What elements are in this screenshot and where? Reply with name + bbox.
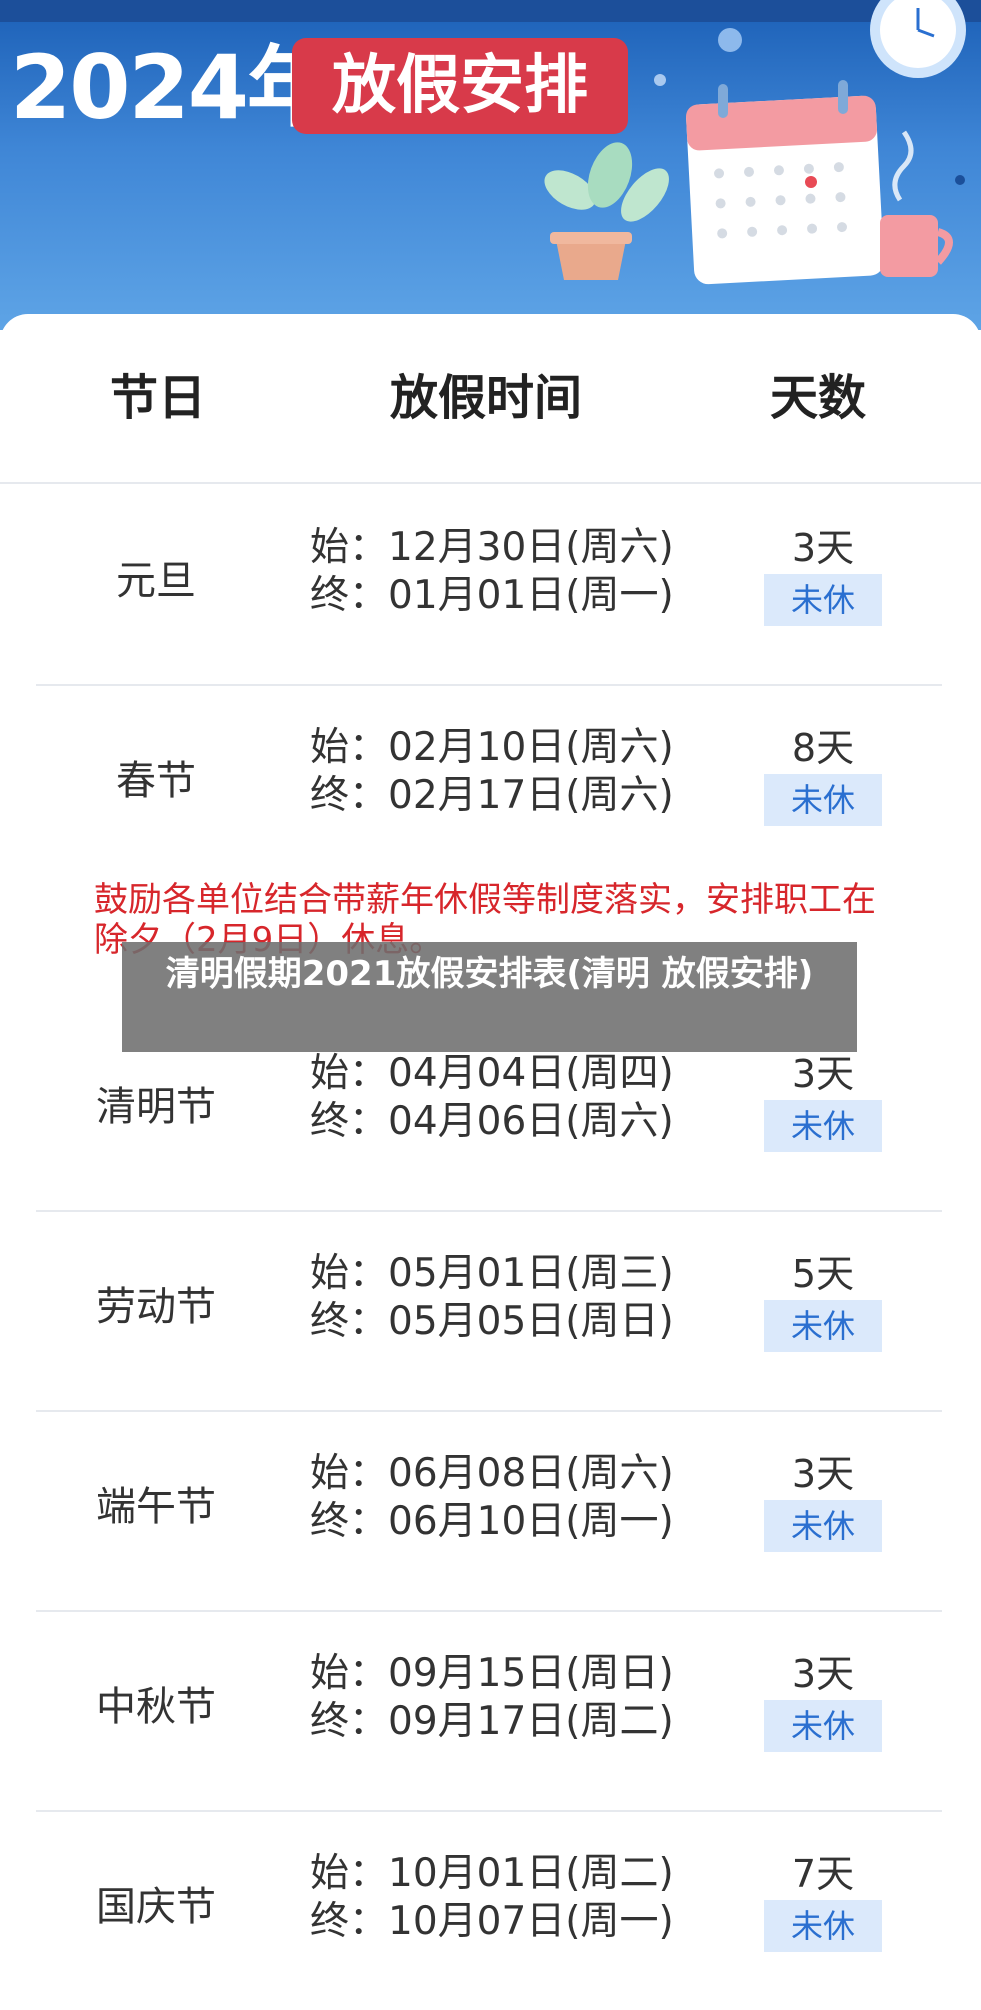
date-range: 始：10月01日(周二) 终：10月07日(周一): [310, 1850, 674, 1946]
date-range: 始：09月15日(周日) 终：09月17日(周二): [310, 1650, 674, 1746]
status-badge: 未休: [764, 1100, 882, 1152]
days-count: 5天: [791, 1252, 855, 1296]
days-cell: 3天 未休: [764, 1650, 882, 1752]
header-days: 天数: [770, 370, 867, 426]
end-date: 终：05月05日(周日): [310, 1299, 674, 1344]
banner: 2024年 放假安排: [0, 0, 981, 330]
days-count: 8天: [791, 726, 855, 770]
header-festival: 节日: [110, 370, 207, 426]
festival-name: 端午节: [96, 1484, 216, 1530]
date-range: 始：04月04日(周四) 终：04月06日(周六): [310, 1050, 674, 1146]
table-row: 国庆节 始：10月01日(周二) 终：10月07日(周一) 7天 未休: [36, 1810, 942, 2010]
table-header: 节日 放假时间 天数: [0, 314, 981, 484]
date-range: 始：05月01日(周三) 终：05月05日(周日): [310, 1250, 674, 1346]
start-date: 始：09月15日(周日): [310, 1651, 674, 1696]
end-date: 终：10月07日(周一): [310, 1899, 674, 1944]
status-badge: 未休: [764, 1900, 882, 1952]
end-date: 终：01月01日(周一): [310, 573, 674, 618]
date-range: 始：06月08日(周六) 终：06月10日(周一): [310, 1450, 674, 1546]
status-badge: 未休: [764, 774, 882, 826]
table-row: 元旦 始：12月30日(周六) 终：01月01日(周一) 3天 未休: [36, 484, 942, 686]
clock-icon: [870, 0, 966, 78]
days-cell: 3天 未休: [764, 1450, 882, 1552]
status-badge: 未休: [764, 1500, 882, 1552]
status-badge: 未休: [764, 574, 882, 626]
start-date: 始：06月08日(周六): [310, 1451, 674, 1496]
festival-name: 劳动节: [96, 1284, 216, 1330]
end-date: 终：02月17日(周六): [310, 773, 674, 818]
days-cell: 8天 未休: [764, 724, 882, 826]
calendar-illustration: [544, 0, 966, 285]
table-row: 春节 始：02月10日(周六) 终：02月17日(周六) 8天 未休: [36, 684, 942, 884]
start-date: 始：04月04日(周四): [310, 1051, 674, 1096]
calendar-icon: [686, 80, 884, 285]
festival-name: 中秋节: [96, 1684, 216, 1730]
date-range: 始：12月30日(周六) 终：01月01日(周一): [310, 524, 674, 620]
days-count: 3天: [791, 1052, 855, 1096]
days-count: 3天: [791, 526, 855, 570]
festival-name: 清明节: [96, 1084, 216, 1130]
table-row: 劳动节 始：05月01日(周三) 终：05月05日(周日) 5天 未休: [36, 1210, 942, 1412]
start-date: 始：12月30日(周六): [310, 525, 674, 570]
days-cell: 3天 未休: [764, 1050, 882, 1152]
start-date: 始：05月01日(周三): [310, 1251, 674, 1296]
days-count: 3天: [791, 1652, 855, 1696]
days-cell: 7天 未休: [764, 1850, 882, 1952]
image-caption-overlay: 清明假期2021放假安排表(清明 放假安排): [122, 942, 857, 1052]
start-date: 始：10月01日(周二): [310, 1851, 674, 1896]
festival-name: 春节: [116, 758, 196, 804]
cup-icon: [880, 130, 953, 277]
days-count: 3天: [791, 1452, 855, 1496]
holiday-table-card: 节日 放假时间 天数 元旦 始：12月30日(周六) 终：01月01日(周一) …: [0, 314, 981, 1994]
end-date: 终：06月10日(周一): [310, 1499, 674, 1544]
end-date: 终：04月06日(周六): [310, 1099, 674, 1144]
plant-icon: [544, 142, 669, 280]
table-row: 端午节 始：06月08日(周六) 终：06月10日(周一) 3天 未休: [36, 1410, 942, 1612]
start-date: 始：02月10日(周六): [310, 725, 674, 770]
table-row: 中秋节 始：09月15日(周日) 终：09月17日(周二) 3天 未休: [36, 1610, 942, 1812]
festival-name: 国庆节: [96, 1884, 216, 1930]
end-date: 终：09月17日(周二): [310, 1699, 674, 1744]
days-cell: 5天 未休: [764, 1250, 882, 1352]
days-count: 7天: [791, 1852, 855, 1896]
status-badge: 未休: [764, 1300, 882, 1352]
days-cell: 3天 未休: [764, 524, 882, 626]
festival-name: 元旦: [116, 558, 196, 604]
date-range: 始：02月10日(周六) 终：02月17日(周六): [310, 724, 674, 820]
status-badge: 未休: [764, 1700, 882, 1752]
banner-year: 2024年: [10, 36, 335, 139]
header-time: 放假时间: [390, 370, 583, 426]
